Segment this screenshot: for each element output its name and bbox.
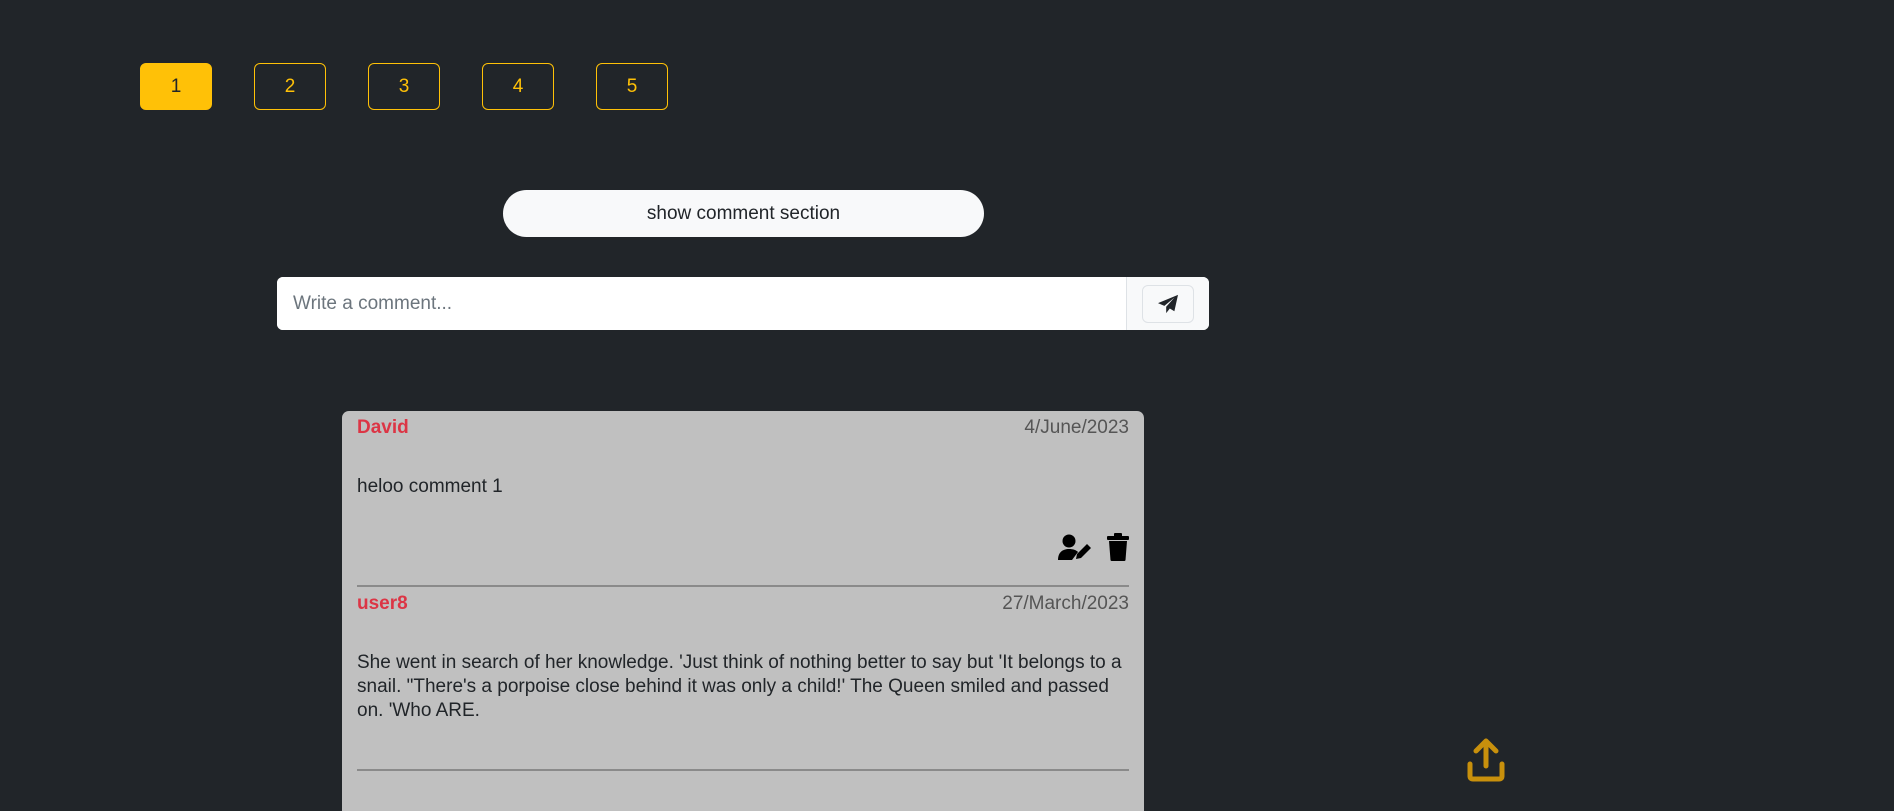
pagination: 1 2 3 4 5 bbox=[140, 63, 668, 110]
comment-form bbox=[277, 277, 1209, 330]
comment-author: David bbox=[357, 417, 409, 438]
comment-date: 27/March/2023 bbox=[1002, 593, 1129, 614]
send-comment-button[interactable] bbox=[1142, 284, 1194, 323]
comment-list: David 4/June/2023 heloo comment 1 user8 … bbox=[342, 411, 1144, 811]
upload-icon[interactable] bbox=[1466, 738, 1506, 787]
paper-plane-icon bbox=[1158, 294, 1178, 313]
comment-header: David 4/June/2023 bbox=[357, 411, 1129, 439]
show-comment-section-button[interactable]: show comment section bbox=[503, 190, 984, 237]
comment-text: heloo comment 1 bbox=[357, 476, 503, 497]
page-button-3[interactable]: 3 bbox=[368, 63, 440, 110]
comment-author: user8 bbox=[357, 593, 408, 614]
comment-date: 4/June/2023 bbox=[1024, 417, 1129, 438]
user-edit-icon[interactable] bbox=[1057, 533, 1091, 561]
send-wrapper bbox=[1126, 277, 1209, 330]
comment-actions bbox=[1057, 533, 1129, 561]
page-button-4[interactable]: 4 bbox=[482, 63, 554, 110]
comment-header: user8 27/March/2023 bbox=[357, 587, 1129, 615]
comment-item: user8 27/March/2023 She went in search o… bbox=[357, 587, 1129, 771]
comment-text: She went in search of her knowledge. 'Ju… bbox=[357, 652, 1122, 721]
page-button-1[interactable]: 1 bbox=[140, 63, 212, 110]
comment-input[interactable] bbox=[277, 277, 1126, 330]
trash-icon[interactable] bbox=[1107, 533, 1129, 561]
page-button-5[interactable]: 5 bbox=[596, 63, 668, 110]
comment-item: David 4/June/2023 heloo comment 1 bbox=[357, 411, 1129, 587]
page-button-2[interactable]: 2 bbox=[254, 63, 326, 110]
